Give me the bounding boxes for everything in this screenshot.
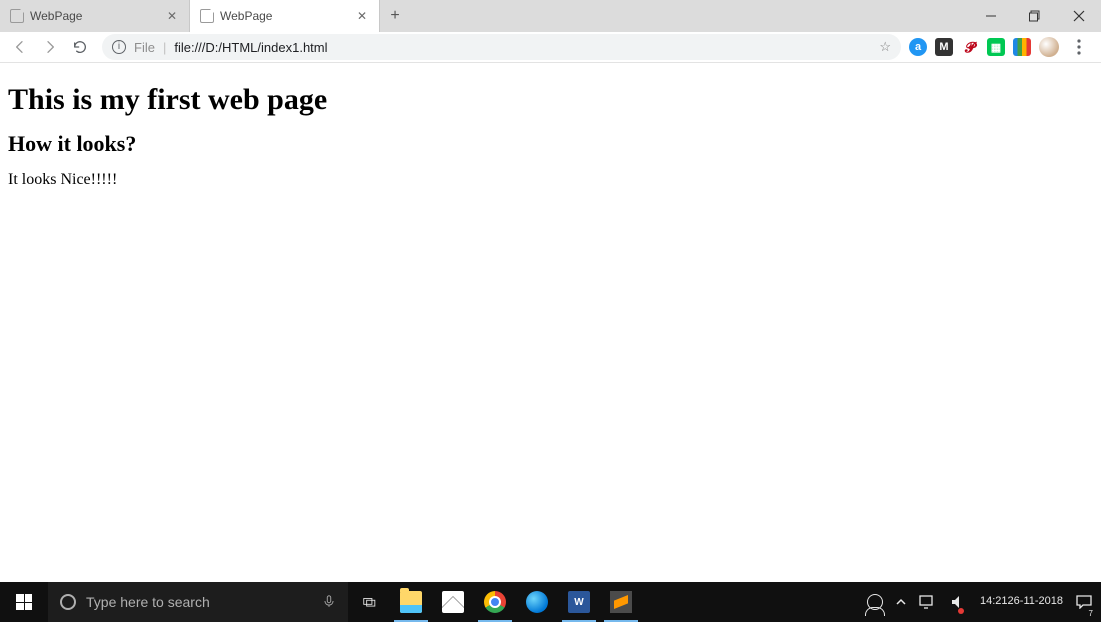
people-icon	[867, 594, 883, 610]
new-tab-button[interactable]: +	[380, 0, 410, 32]
system-tray: 14:21 26-11-2018 7	[864, 582, 1101, 622]
tray-clock[interactable]: 14:21 26-11-2018	[980, 582, 1063, 622]
mic-icon[interactable]	[322, 594, 336, 611]
nav-forward-button[interactable]	[36, 33, 64, 61]
page-heading-2: How it looks?	[8, 131, 1093, 157]
word-icon: W	[568, 591, 590, 613]
nav-back-button[interactable]	[6, 33, 34, 61]
tray-people-icon[interactable]	[864, 582, 886, 622]
tab-label: WebPage	[30, 9, 82, 23]
ext-label: a	[915, 41, 921, 53]
page-paragraph: It looks Nice!!!!!	[8, 171, 1093, 189]
notif-count: 7	[1089, 609, 1093, 618]
word-label: W	[574, 597, 583, 608]
tab-0[interactable]: WebPage ✕	[0, 0, 190, 32]
address-bar[interactable]: i File | file:///D:/HTML/index1.html ☆	[102, 34, 901, 60]
window-maximize-button[interactable]	[1013, 0, 1057, 32]
tray-time: 14:21	[980, 595, 1008, 608]
browser-toolbar: i File | file:///D:/HTML/index1.html ☆ a…	[0, 32, 1101, 63]
page-content: This is my first web page How it looks? …	[0, 63, 1101, 582]
extension-pinterest-icon[interactable]: 𝓟	[961, 38, 979, 56]
tray-date: 26-11-2018	[1008, 595, 1063, 608]
edge-icon	[526, 591, 548, 613]
extensions-row: a M 𝓟 ▦	[909, 37, 1095, 57]
url-text: file:///D:/HTML/index1.html	[174, 40, 327, 55]
extension-green-icon[interactable]: ▦	[987, 38, 1005, 56]
mute-badge-icon	[958, 608, 964, 614]
extension-blue-icon[interactable]: a	[909, 38, 927, 56]
tab-close-icon[interactable]: ✕	[355, 9, 369, 23]
tray-network-icon[interactable]	[916, 582, 938, 622]
chrome-icon	[484, 591, 506, 613]
extension-color-icon[interactable]	[1013, 38, 1031, 56]
bookmark-star-icon[interactable]: ☆	[879, 39, 891, 55]
nav-reload-button[interactable]	[66, 33, 94, 61]
taskbar-search-placeholder: Type here to search	[86, 594, 210, 610]
taskbar-word-button[interactable]: W	[558, 582, 600, 622]
site-info-icon[interactable]: i	[112, 40, 126, 54]
taskbar-search[interactable]: Type here to search	[48, 582, 348, 622]
browser-tabstrip: WebPage ✕ WebPage ✕ +	[0, 0, 1101, 32]
window-minimize-button[interactable]	[969, 0, 1013, 32]
file-icon	[10, 9, 24, 23]
cortana-circle-icon	[60, 594, 76, 610]
ext-label: M	[939, 41, 948, 53]
windows-taskbar: Type here to search W	[0, 582, 1101, 622]
task-view-button[interactable]	[348, 582, 390, 622]
taskbar-apps: W	[348, 582, 642, 622]
extension-m-icon[interactable]: M	[935, 38, 953, 56]
window-close-button[interactable]	[1057, 0, 1101, 32]
screen: WebPage ✕ WebPage ✕ +	[0, 0, 1101, 622]
taskbar-sublime-button[interactable]	[600, 582, 642, 622]
mail-icon	[442, 591, 464, 613]
tab-1[interactable]: WebPage ✕	[190, 0, 380, 32]
taskbar-chrome-button[interactable]	[474, 582, 516, 622]
tab-close-icon[interactable]: ✕	[165, 9, 179, 23]
tray-volume-icon[interactable]	[948, 582, 970, 622]
page-heading-1: This is my first web page	[8, 83, 1093, 117]
sublime-icon	[610, 591, 632, 613]
url-scheme-label: File	[134, 40, 155, 55]
tab-label: WebPage	[220, 9, 272, 23]
tray-overflow-button[interactable]	[896, 582, 906, 622]
profile-avatar-icon[interactable]	[1039, 37, 1059, 57]
tray-action-center-button[interactable]: 7	[1073, 582, 1095, 622]
taskbar-edge-button[interactable]	[516, 582, 558, 622]
windows-logo-icon	[16, 594, 32, 610]
browser-menu-button[interactable]	[1067, 39, 1091, 55]
file-icon	[200, 9, 214, 23]
taskbar-mail-button[interactable]	[432, 582, 474, 622]
separator: |	[163, 40, 166, 55]
taskbar-explorer-button[interactable]	[390, 582, 432, 622]
start-button[interactable]	[0, 582, 48, 622]
window-controls	[969, 0, 1101, 32]
folder-icon	[400, 591, 422, 613]
